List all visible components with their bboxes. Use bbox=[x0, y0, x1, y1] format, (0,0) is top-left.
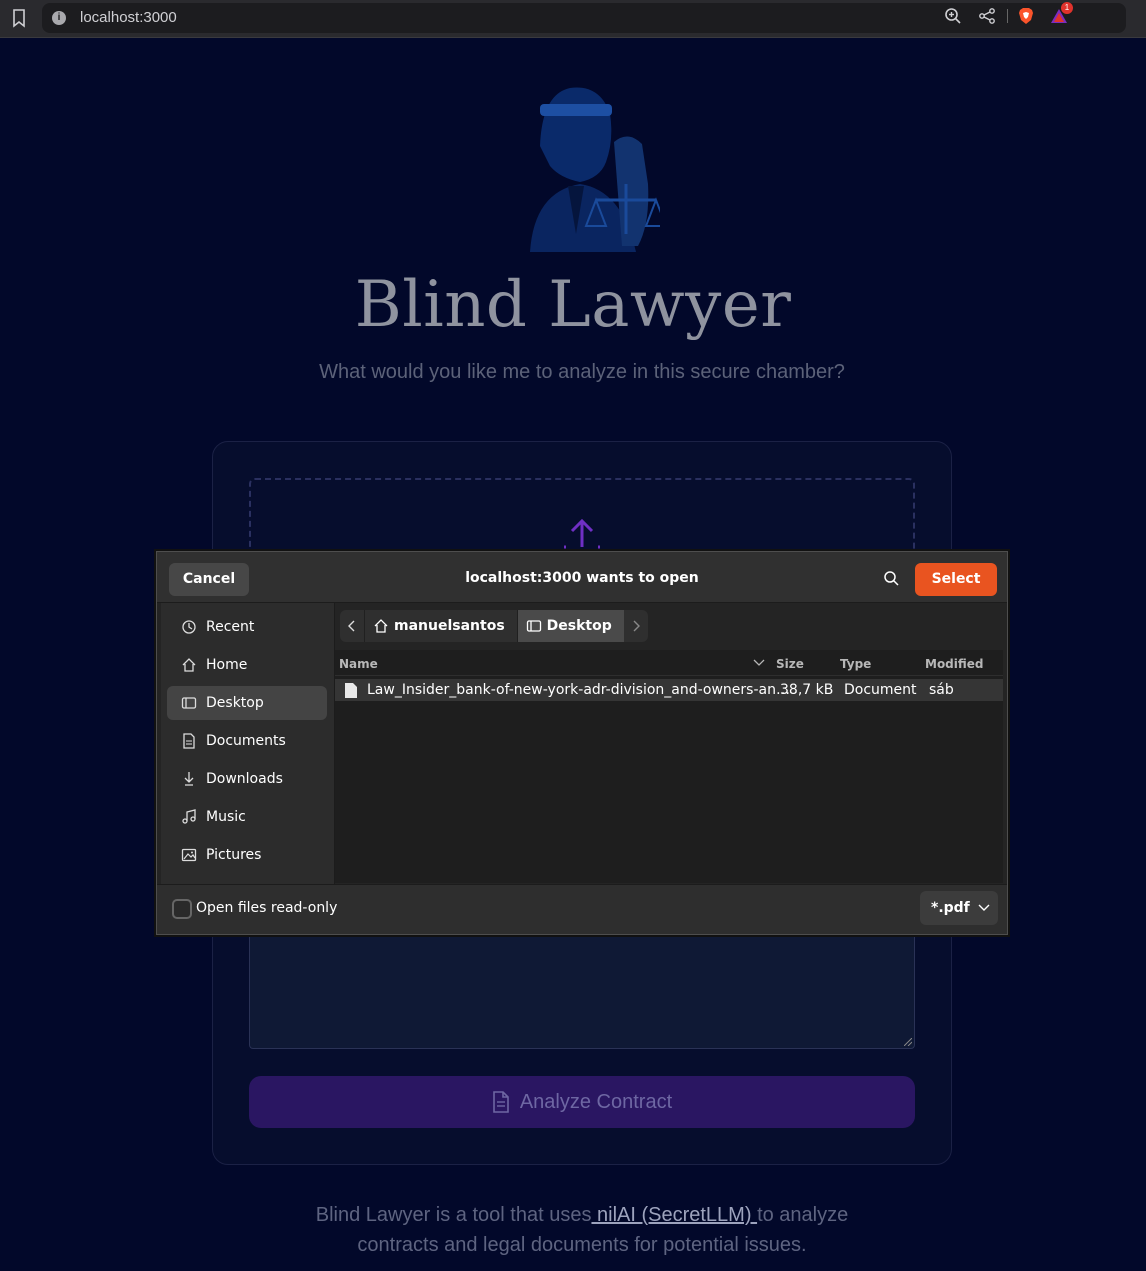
page-subtitle: What would you like me to analyze in thi… bbox=[319, 361, 845, 383]
rewards-badge: 1 bbox=[1061, 2, 1073, 14]
path-back-button[interactable] bbox=[340, 610, 364, 642]
document-icon bbox=[183, 733, 195, 749]
sidebar-item-label: Music bbox=[206, 809, 246, 825]
address-bar[interactable]: i localhost:3000 bbox=[42, 3, 1126, 33]
sidebar-item-label: Documents bbox=[206, 733, 286, 749]
clock-icon bbox=[182, 620, 196, 634]
analyze-contract-label: Analyze Contract bbox=[519, 1090, 673, 1113]
footer-text-end: to analyze bbox=[757, 1204, 849, 1226]
path-bar: manuelsantos Desktop bbox=[340, 610, 648, 642]
sidebar-item-label: Desktop bbox=[206, 695, 264, 711]
browser-toolbar: i localhost:3000 1 bbox=[0, 0, 1146, 38]
chevron-right-icon bbox=[633, 620, 640, 632]
file-icon bbox=[345, 683, 357, 698]
column-header-modified[interactable]: Modified bbox=[925, 657, 984, 671]
sidebar-item-label: Pictures bbox=[206, 847, 262, 863]
music-icon bbox=[182, 809, 196, 824]
home-icon bbox=[374, 619, 388, 633]
search-icon[interactable] bbox=[883, 570, 900, 587]
zoom-icon[interactable] bbox=[944, 7, 962, 25]
file-type-filter[interactable]: *.pdf bbox=[920, 891, 998, 925]
resize-grip-icon[interactable] bbox=[904, 1038, 912, 1046]
sidebar-item-label: Home bbox=[206, 657, 248, 673]
file-type: Document bbox=[844, 682, 917, 698]
path-segment-home[interactable]: manuelsantos bbox=[364, 610, 517, 642]
sidebar-item-downloads[interactable]: Downloads bbox=[167, 762, 327, 796]
path-forward-button[interactable] bbox=[623, 610, 648, 642]
chevron-down-icon bbox=[978, 904, 990, 911]
readonly-label: Open files read-only bbox=[196, 900, 338, 916]
bookmark-icon[interactable] bbox=[10, 8, 28, 28]
analyze-contract-button[interactable]: Analyze Contract bbox=[249, 1076, 915, 1128]
footer-text-start: Blind Lawyer is a tool that uses bbox=[315, 1204, 592, 1226]
desktop-icon bbox=[181, 697, 197, 709]
desktop-icon bbox=[526, 620, 541, 632]
dialog-footer: Open files read-only *.pdf bbox=[157, 884, 1007, 934]
column-header-name[interactable]: Name bbox=[339, 657, 378, 671]
contract-textarea[interactable] bbox=[249, 934, 915, 1049]
brave-shields-icon[interactable] bbox=[1017, 7, 1035, 25]
path-segment-desktop[interactable]: Desktop bbox=[516, 610, 624, 642]
file-modified: sáb bbox=[929, 682, 954, 698]
share-icon[interactable] bbox=[978, 7, 996, 25]
chevron-left-icon bbox=[348, 620, 355, 632]
path-segment-label: Desktop bbox=[546, 618, 612, 634]
footer-text-line2: contracts and legal documents for potent… bbox=[357, 1234, 807, 1256]
select-button[interactable]: Select bbox=[915, 563, 997, 596]
dialog-header: Cancel localhost:3000 wants to open Sele… bbox=[157, 552, 1007, 603]
sidebar-item-home[interactable]: Home bbox=[167, 648, 327, 682]
sidebar-item-music[interactable]: Music bbox=[167, 800, 327, 834]
file-name: Law_Insider_bank-of-new-york-adr-divisio… bbox=[367, 682, 790, 698]
file-list: Name Size Type Modified Law_Insider_bank… bbox=[335, 650, 1003, 883]
sidebar-item-documents[interactable]: Documents bbox=[167, 724, 327, 758]
picture-icon bbox=[181, 848, 197, 862]
column-header-size[interactable]: Size bbox=[776, 657, 804, 671]
nilai-link[interactable]: nilAI (SecretLLM) bbox=[591, 1204, 757, 1226]
file-row[interactable]: Law_Insider_bank-of-new-york-adr-divisio… bbox=[335, 679, 1003, 701]
home-icon bbox=[182, 658, 196, 672]
places-sidebar: Recent Home Desktop Documents Downloads … bbox=[161, 603, 335, 884]
site-info-icon[interactable]: i bbox=[52, 11, 66, 25]
file-list-header: Name Size Type Modified bbox=[335, 650, 1003, 676]
file-type-filter-value: *.pdf bbox=[931, 900, 970, 916]
file-chooser-dialog: Cancel localhost:3000 wants to open Sele… bbox=[156, 551, 1008, 935]
path-segment-label: manuelsantos bbox=[394, 618, 505, 634]
toolbar-separator bbox=[1007, 9, 1008, 23]
chevron-down-icon bbox=[753, 659, 765, 666]
sidebar-item-label: Downloads bbox=[206, 771, 283, 787]
upload-icon bbox=[564, 518, 600, 549]
readonly-checkbox[interactable] bbox=[172, 899, 192, 919]
file-size: 38,7 kB bbox=[780, 682, 834, 698]
document-icon bbox=[493, 1091, 509, 1113]
footer-text: Blind Lawyer is a tool that uses nilAI (… bbox=[0, 1200, 1146, 1260]
sidebar-item-desktop[interactable]: Desktop bbox=[167, 686, 327, 720]
download-icon bbox=[184, 772, 194, 786]
sidebar-item-pictures[interactable]: Pictures bbox=[167, 838, 327, 872]
sidebar-item-label: Recent bbox=[206, 619, 255, 635]
page-title: Blind Lawyer bbox=[354, 268, 792, 342]
blind-lawyer-illustration bbox=[530, 87, 660, 252]
dialog-title: localhost:3000 wants to open bbox=[465, 570, 699, 586]
sidebar-item-recent[interactable]: Recent bbox=[167, 610, 327, 644]
column-header-type[interactable]: Type bbox=[840, 657, 871, 671]
url-text: localhost:3000 bbox=[80, 9, 177, 26]
